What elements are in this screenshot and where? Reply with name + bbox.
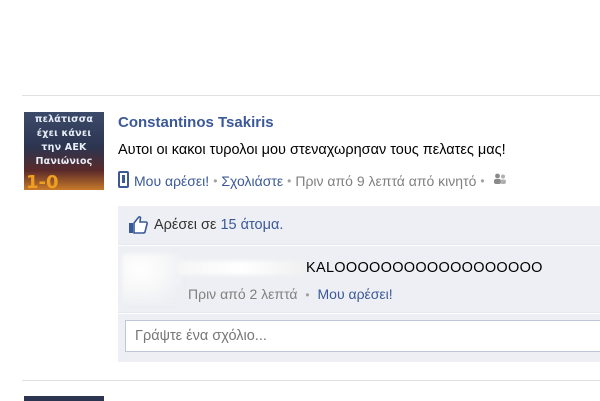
separator-dot: • <box>305 288 310 302</box>
avatar-text-line: έχει κάνει <box>36 128 92 139</box>
avatar-text-line: την ΑΕΚ <box>41 142 87 153</box>
mobile-icon <box>118 171 129 188</box>
avatar-score: 1-0 <box>26 172 59 190</box>
row-divider <box>118 313 600 314</box>
comment-like-link[interactable]: Μου αρέσει! <box>318 286 393 302</box>
post-like-link[interactable]: Μου αρέσει! <box>134 173 209 189</box>
people-icon[interactable] <box>493 173 507 188</box>
row-divider <box>118 245 600 246</box>
bottom-divider <box>22 380 600 381</box>
avatar-text-line: Πανιώνιος <box>35 156 93 167</box>
separator-dot: • <box>213 173 218 188</box>
likes-prefix: Αρέσει σε <box>154 217 217 233</box>
likes-summary: Αρέσει σε 15 άτομα. <box>128 216 283 234</box>
comment-meta: Πριν από 2 λεπτά • Μου αρέσει! <box>188 286 393 302</box>
comment-time[interactable]: Πριν από 2 λεπτά <box>188 286 298 302</box>
post-meta: Μου αρέσει! • Σχολιάστε • Πριν από 9 λεπ… <box>118 171 507 189</box>
post-timestamp[interactable]: Πριν από 9 λεπτά από κινητό <box>295 173 476 189</box>
post-author-name[interactable]: Constantinos Tsakiris <box>118 114 274 131</box>
post-message: Αυτοι οι κακοι τυρολοι μου στεναχωρησαν … <box>118 142 506 158</box>
comment-text: KALOOOOOOOOOOOOOOOOOO <box>306 260 543 276</box>
next-post-avatar[interactable] <box>24 396 104 401</box>
redacted-commenter-name[interactable] <box>178 261 306 275</box>
avatar-text-line: πελάτισσα <box>34 114 94 125</box>
post-comment-link[interactable]: Σχολιάστε <box>221 173 283 189</box>
author-avatar[interactable]: πελάτισσα έχει κάνει την ΑΕΚ Πανιώνιος 1… <box>24 112 104 190</box>
likes-count-link[interactable]: 15 άτομα. <box>220 217 283 233</box>
write-comment-input[interactable]: Γράψτε ένα σχόλιο... <box>125 320 600 352</box>
separator-dot: • <box>287 173 292 188</box>
top-divider <box>22 95 600 96</box>
redacted-commenter-avatar[interactable] <box>122 254 182 304</box>
separator-dot: • <box>480 173 485 188</box>
thumbs-up-icon <box>128 216 148 234</box>
feedback-panel: Αρέσει σε 15 άτομα. KALOOOOOOOOOOOOOOOOO… <box>118 206 600 362</box>
